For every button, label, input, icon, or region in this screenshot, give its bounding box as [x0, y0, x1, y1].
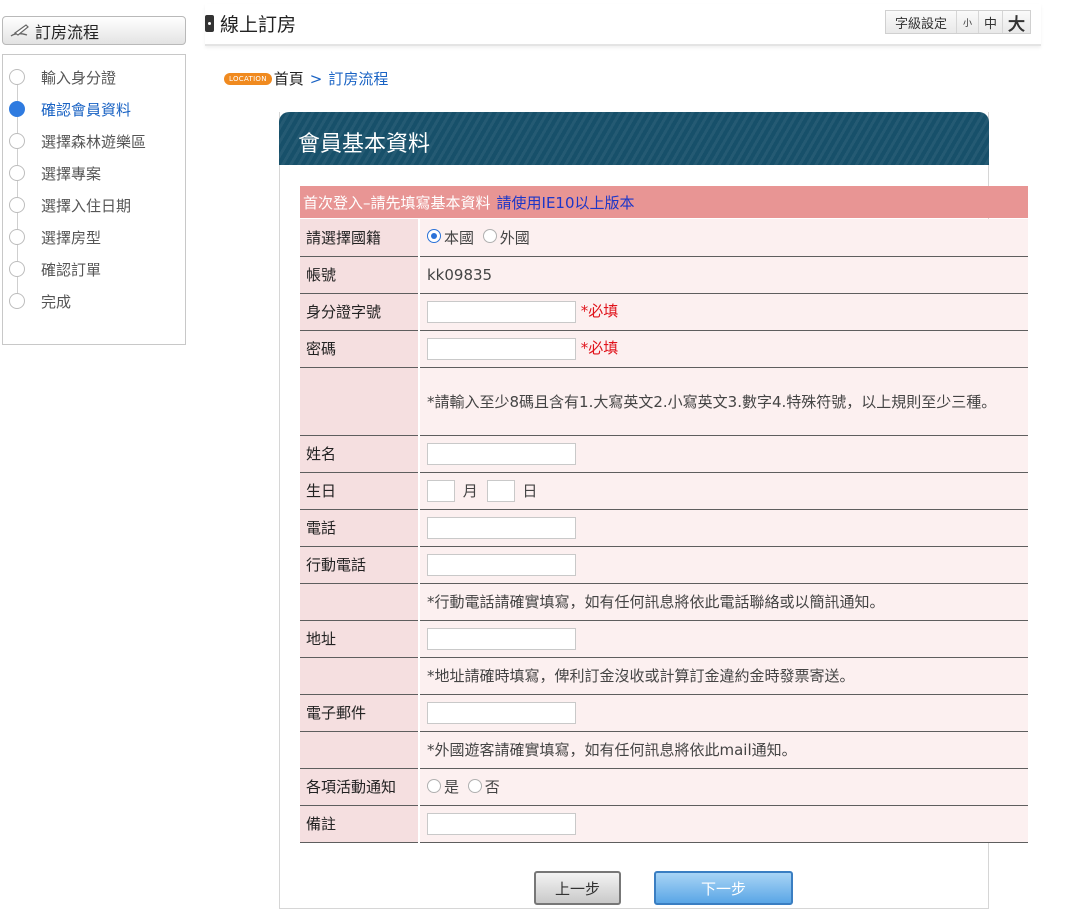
- name-input[interactable]: [427, 442, 576, 465]
- row-remarks: 備註: [300, 805, 1028, 843]
- nationality-domestic-radio[interactable]: [427, 229, 441, 244]
- birthday-month-unit: 月: [462, 482, 478, 500]
- birthday-day-unit: 日: [522, 482, 538, 500]
- step-dot-active-icon: [9, 101, 25, 117]
- step-complete: 完成: [9, 291, 71, 311]
- form-banner: 首次登入–請先填寫基本資料 請使用IE10以上版本: [300, 186, 1028, 218]
- password-rule-note: *請輸入至少8碼且含有1.大寫英文2.小寫英文3.數字4.特殊符號，以上規則至少…: [419, 367, 1028, 436]
- id-number-required: *必填: [580, 302, 619, 321]
- address-label: 地址: [300, 620, 420, 658]
- nationality-foreign-radio[interactable]: [482, 229, 497, 244]
- birthday-month-input[interactable]: [427, 479, 455, 502]
- member-form-table: 請選擇國籍 本國 外國 帳號 kk09835 身分證字號 *必填 密碼 *必填 …: [300, 219, 1028, 843]
- step-enter-id: 輸入身分證: [9, 67, 116, 87]
- row-mobile: 行動電話: [300, 546, 1028, 584]
- font-size-control: 字級設定 小 中 大: [884, 10, 1031, 35]
- name-label: 姓名: [300, 435, 420, 473]
- account-value: kk09835: [419, 256, 1028, 294]
- breadcrumb: LOCATION 首頁 > 訂房流程: [224, 68, 388, 89]
- breadcrumb-current[interactable]: 訂房流程: [328, 68, 388, 89]
- row-email: 電子郵件: [300, 694, 1028, 732]
- notify-label: 各項活動通知: [300, 768, 420, 806]
- font-size-label: 字級設定: [894, 16, 947, 32]
- email-input[interactable]: [427, 701, 576, 724]
- next-step-button[interactable]: 下一步: [654, 871, 793, 905]
- phone-label: 電話: [300, 509, 420, 547]
- row-nationality: 請選擇國籍 本國 外國: [300, 219, 1028, 257]
- remarks-label: 備註: [300, 805, 420, 843]
- password-required: *必填: [580, 339, 619, 358]
- title-marker-icon: [205, 15, 214, 32]
- page-header: 線上訂房 字級設定 小 中 大: [205, 4, 1041, 46]
- row-address-note: *地址請確時填寫，俾利訂金沒收或計算訂金違約金時發票寄送。: [300, 657, 1028, 695]
- password-label: 密碼: [300, 330, 420, 368]
- step-dot-icon: [9, 293, 25, 309]
- banner-text: 首次登入–請先填寫基本資料: [303, 193, 491, 212]
- account-label: 帳號: [300, 256, 420, 294]
- sidebar-header: 訂房流程: [2, 16, 186, 45]
- row-password-rule: *請輸入至少8碼且含有1.大寫英文2.小寫英文3.數字4.特殊符號，以上規則至少…: [300, 367, 1028, 436]
- row-name: 姓名: [300, 435, 1028, 473]
- password-input[interactable]: [427, 337, 576, 360]
- email-label: 電子郵件: [300, 694, 420, 732]
- notify-no-label: 否: [484, 778, 500, 796]
- mobile-input[interactable]: [427, 553, 576, 576]
- id-number-label: 身分證字號: [300, 293, 420, 331]
- row-mobile-note: *行動電話請確實填寫，如有任何訊息將依此電話聯絡或以簡訊通知。: [300, 583, 1028, 621]
- breadcrumb-separator: >: [309, 69, 323, 88]
- step-dot-icon: [9, 197, 25, 213]
- step-select-date: 選擇入住日期: [9, 195, 131, 215]
- row-birthday: 生日 月 日: [300, 472, 1028, 510]
- step-select-room: 選擇房型: [9, 227, 101, 247]
- location-badge-icon: LOCATION: [224, 72, 272, 85]
- step-select-plan: 選擇專案: [9, 163, 101, 183]
- notify-yes-label: 是: [444, 778, 460, 796]
- mobile-label: 行動電話: [300, 546, 420, 584]
- sidebar-title: 訂房流程: [35, 22, 100, 42]
- row-email-note: *外國遊客請確實填寫，如有任何訊息將依此mail通知。: [300, 731, 1028, 769]
- prev-step-button[interactable]: 上一步: [534, 871, 621, 905]
- font-size-medium-button[interactable]: 中: [978, 11, 1002, 33]
- row-id-number: 身分證字號 *必填: [300, 293, 1028, 331]
- nationality-label: 請選擇國籍: [300, 219, 420, 257]
- row-account: 帳號 kk09835: [300, 256, 1028, 294]
- step-confirm-order: 確認訂單: [9, 259, 101, 279]
- step-dot-icon: [9, 229, 25, 245]
- remarks-input[interactable]: [427, 812, 576, 835]
- step-confirm-member: 確認會員資料: [9, 99, 131, 119]
- step-dot-icon: [9, 165, 25, 181]
- birthday-day-input[interactable]: [486, 479, 515, 502]
- notify-yes-radio[interactable]: [427, 778, 441, 793]
- nationality-domestic-label: 本國: [444, 228, 475, 247]
- row-password: 密碼 *必填: [300, 330, 1028, 368]
- row-address: 地址: [300, 620, 1028, 658]
- birthday-label: 生日: [300, 472, 420, 510]
- nationality-foreign-label: 外國: [499, 228, 530, 247]
- booking-steps: 輸入身分證 確認會員資料 選擇森林遊樂區 選擇專案 選擇入住日期 選擇房型 確認…: [2, 54, 186, 345]
- step-dot-icon: [9, 69, 25, 85]
- row-notify: 各項活動通知 是 否: [300, 768, 1028, 806]
- font-size-small-button[interactable]: 小: [956, 11, 978, 33]
- step-select-forest: 選擇森林遊樂區: [9, 131, 146, 151]
- font-size-large-button[interactable]: 大: [1002, 11, 1030, 35]
- step-dot-icon: [9, 133, 25, 149]
- banner-browser-hint: 請使用IE10以上版本: [496, 193, 635, 212]
- pencil-note-icon: [10, 23, 29, 37]
- email-note: *外國遊客請確實填寫，如有任何訊息將依此mail通知。: [419, 731, 1028, 769]
- row-phone: 電話: [300, 509, 1028, 547]
- mobile-note: *行動電話請確實填寫，如有任何訊息將依此電話聯絡或以簡訊通知。: [419, 583, 1028, 621]
- step-dot-icon: [9, 261, 25, 277]
- address-input[interactable]: [427, 627, 576, 650]
- id-number-input[interactable]: [427, 300, 576, 323]
- phone-input[interactable]: [427, 516, 576, 539]
- breadcrumb-home-link[interactable]: 首頁: [274, 68, 304, 89]
- address-note: *地址請確時填寫，俾利訂金沒收或計算訂金違約金時發票寄送。: [419, 657, 1028, 695]
- page-title: 線上訂房: [205, 10, 296, 37]
- notify-no-radio[interactable]: [467, 778, 482, 793]
- form-title: 會員基本資料: [279, 112, 989, 165]
